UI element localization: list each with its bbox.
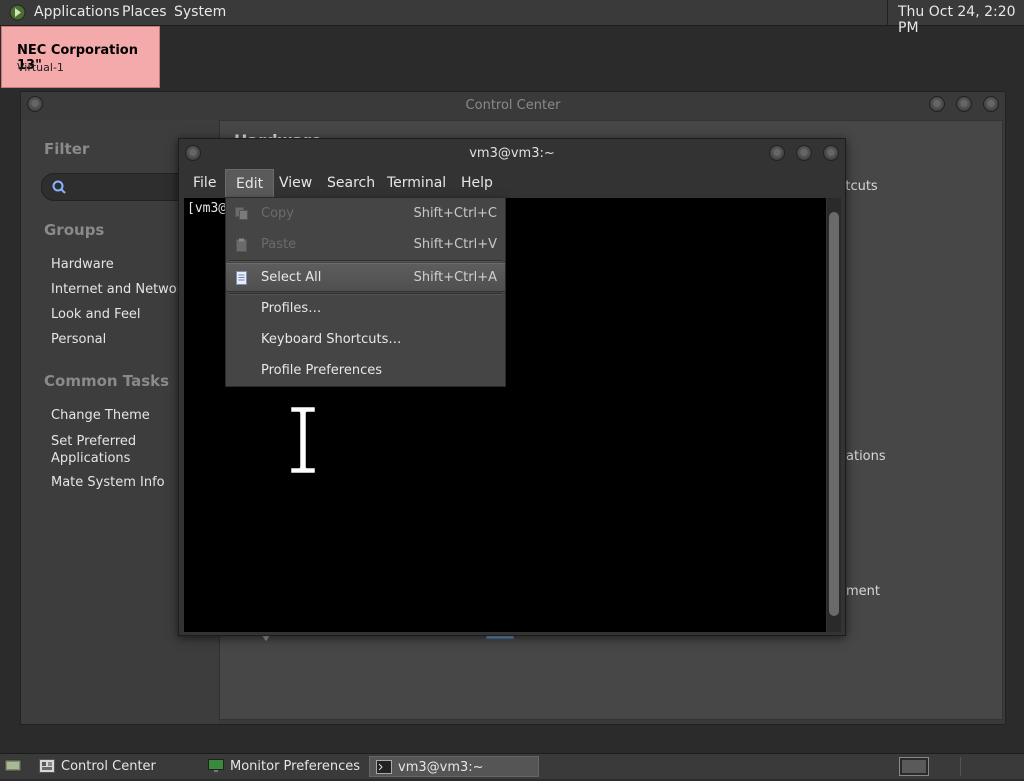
monitor-connector: Virtual-1 [17,61,64,74]
menu-item-copy[interactable]: Copy Shift+Ctrl+C [226,200,505,229]
menu-item-label: Paste [261,237,297,252]
search-icon [51,179,67,195]
applications-menu[interactable]: Applications [34,4,120,20]
groups-heading: Groups [44,221,105,239]
menu-item-profile-preferences[interactable]: Profile Preferences [226,357,505,386]
text-cursor-icon [287,403,319,477]
menu-item-paste[interactable]: Paste Shift+Ctrl+V [226,231,505,260]
terminal-title: vm3@vm3:~ [469,146,555,161]
show-desktop-icon[interactable] [4,758,22,774]
system-menu[interactable]: System [174,4,226,20]
terminal-scrollbar[interactable] [827,198,841,632]
bottom-panel: Control Center Monitor Preferences vm3@v… [0,753,1024,779]
scrollbar-thumb[interactable] [829,212,839,616]
menu-item-profiles[interactable]: Profiles… [226,295,505,324]
terminal-window-menu-button[interactable] [185,145,201,161]
group-internet-network[interactable]: Internet and Network [51,282,190,297]
partial-item-applications[interactable]: ations [846,449,886,464]
menu-file[interactable]: File [183,169,226,197]
menu-item-keyboard-shortcuts[interactable]: Keyboard Shortcuts… [226,326,505,355]
group-look-and-feel[interactable]: Look and Feel [51,307,141,322]
copy-icon [235,207,249,221]
menu-item-accel: Shift+Ctrl+C [413,206,497,221]
menu-help[interactable]: Help [451,169,503,197]
select-all-icon [235,271,249,285]
mate-logo-icon[interactable] [9,4,26,21]
top-panel: Applications Places System Thu Oct 24, 2… [0,0,1024,36]
group-hardware[interactable]: Hardware [51,257,114,272]
task-mate-system-info[interactable]: Mate System Info [51,475,165,490]
task-label: vm3@vm3:~ [398,760,484,775]
minimize-button[interactable] [929,96,945,112]
monitor-icon [208,759,224,773]
menu-item-label: Profiles… [261,301,322,316]
menu-item-accel: Shift+Ctrl+V [413,237,497,252]
places-menu[interactable]: Places [122,4,167,20]
workspace-switcher-icon[interactable] [899,757,929,776]
menu-item-label: Select All [261,270,322,285]
workspace-2-icon[interactable] [960,757,991,776]
task-control-center[interactable]: Control Center [33,756,199,777]
partial-item-management[interactable]: ment [846,584,880,599]
terminal-maximize-button[interactable] [796,145,812,161]
menu-item-label: Copy [261,206,294,221]
menu-item-label: Profile Preferences [261,363,383,378]
task-set-preferred-applications[interactable]: Set Preferred Applications [51,433,161,467]
window-title: Control Center [465,98,561,113]
terminal-minimize-button[interactable] [769,145,785,161]
control-center-icon [39,759,55,773]
task-monitor-preferences[interactable]: Monitor Preferences [202,756,366,777]
terminal-close-button[interactable] [823,145,839,161]
window-menu-button[interactable] [27,96,43,112]
common-tasks-heading: Common Tasks [44,372,170,390]
group-personal[interactable]: Personal [51,332,106,347]
menu-item-select-all[interactable]: Select All Shift+Ctrl+A [226,263,505,292]
task-label: Control Center [61,759,156,774]
menu-view[interactable]: View [269,169,322,197]
menu-item-accel: Shift+Ctrl+A [413,270,497,285]
filter-heading: Filter [44,140,90,158]
menu-separator [229,260,502,262]
maximize-button[interactable] [956,96,972,112]
task-label: Monitor Preferences [230,759,361,774]
menu-item-label: Keyboard Shortcuts… [261,332,402,347]
close-button[interactable] [983,96,999,112]
monitor-label-popup: NEC Corporation 13" Virtual-1 [1,26,160,88]
terminal-menubar: File Edit View Search Terminal Help [179,169,845,198]
clock[interactable]: Thu Oct 24, 2:20 PM [887,0,1024,36]
terminal-icon [376,760,392,774]
filter-input[interactable] [41,173,193,201]
menu-terminal[interactable]: Terminal [377,169,456,197]
task-terminal[interactable]: vm3@vm3:~ [369,756,539,777]
menu-search[interactable]: Search [317,169,385,197]
clock-label: Thu Oct 24, 2:20 PM [898,4,1016,36]
paste-icon [235,238,249,252]
menu-edit[interactable]: Edit [225,169,275,198]
task-change-theme[interactable]: Change Theme [51,408,150,423]
terminal-prompt: [vm3@ [187,201,227,216]
edit-menu-dropdown: Copy Shift+Ctrl+C Paste Shift+Ctrl+V Sel… [225,197,506,387]
